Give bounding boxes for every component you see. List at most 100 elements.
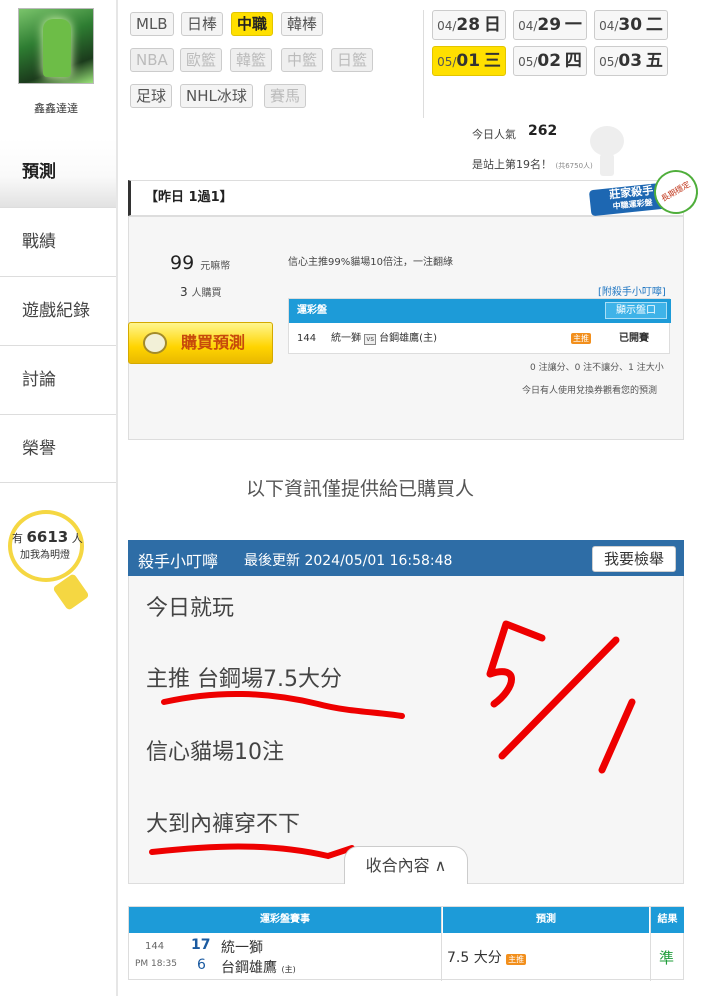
home-team-name: 台鋼雄鷹 <box>221 960 277 976</box>
price-value: 99 <box>170 252 195 274</box>
nav-item-discussion[interactable]: 討論 <box>0 345 116 414</box>
buy-prediction-button[interactable]: 購買預測 <box>128 322 273 364</box>
last-updated: 最後更新 2024/05/01 16:58:48 <box>244 553 453 569</box>
price-unit: 元嘛幣 <box>200 261 231 272</box>
date-month: 05/ <box>437 55 457 69</box>
date-weekday: 五 <box>645 51 663 71</box>
buyer-unit: 人購買 <box>191 288 222 299</box>
sidebar-divider <box>116 0 118 996</box>
team-away: 統一獅 <box>331 333 361 344</box>
date-day: 30 <box>618 15 643 35</box>
underline-last-line <box>149 843 355 860</box>
header-game: 運彩盤賽事 <box>129 907 441 933</box>
sport-tab-horse-racing[interactable]: 賽馬 <box>264 84 307 108</box>
buy-button-label: 購買預測 <box>181 333 246 352</box>
coin-icon <box>143 332 167 354</box>
home-marker: (主) <box>281 965 296 974</box>
date-month: 04/ <box>518 19 538 33</box>
sport-tab-korea-basketball[interactable]: 韓籃 <box>230 48 273 72</box>
sidebar: 鑫鑫達達 預測 戰績 遊戲紀錄 討論 榮譽 有 6613 人 加我為明燈 <box>0 0 116 996</box>
sport-tab-china-basketball[interactable]: 中籃 <box>281 48 324 72</box>
handwritten-slash <box>498 636 620 760</box>
nav-item-predict[interactable]: 預測 <box>0 138 116 207</box>
buyers-only-notice: 以下資訊僅提供給已購買人 <box>245 478 474 500</box>
col-divider <box>650 907 651 981</box>
date-weekday: 三 <box>483 51 501 71</box>
date-weekday: 日 <box>483 15 501 35</box>
handwritten-one <box>598 698 636 774</box>
avatar-figure <box>43 19 71 77</box>
date-tab-0429[interactable]: 04/29 一 <box>513 10 587 40</box>
date-tab-0503[interactable]: 05/03 五 <box>594 46 668 76</box>
sport-tab-kbo[interactable]: 韓棒 <box>281 12 324 36</box>
main-pick-label: 主推 <box>571 333 591 344</box>
coupon-note: 今日有人使用兌換券觀看您的預測 <box>522 386 658 396</box>
date-month: 05/ <box>599 55 619 69</box>
nav-item-honor[interactable]: 榮譽 <box>0 414 116 483</box>
lamp-prefix: 有 <box>12 532 23 545</box>
sport-tab-nhl[interactable]: NHL冰球 <box>180 84 253 108</box>
handwritten-five <box>486 620 546 708</box>
avatar[interactable] <box>18 8 94 84</box>
sport-tab-euro-basketball[interactable]: 歐籃 <box>180 48 223 72</box>
date-tab-0501[interactable]: 05/01 三 <box>432 46 506 76</box>
result-team-home: 台鋼雄鷹 (主) <box>221 957 296 977</box>
main-pick-tag: 主推 <box>571 323 591 355</box>
odds-table-header: 運彩盤 顯示盤口 <box>289 299 671 323</box>
popularity-value: 262 <box>528 123 558 139</box>
result-table: 運彩盤賽事 預測 結果 144 PM 18:35 17 6 統一獅 台鋼雄鷹 (… <box>128 906 684 981</box>
price: 99 元嘛幣 <box>170 252 230 274</box>
sport-tab-cpbl[interactable]: 中職 <box>231 12 274 36</box>
date-weekday: 四 <box>564 51 582 71</box>
popularity-label: 今日人氣 <box>472 128 516 141</box>
date-tab-0428[interactable]: 04/28 日 <box>432 10 506 40</box>
tip-link[interactable]: [附殺手小叮嚀] <box>598 283 666 298</box>
sport-tab-nba[interactable]: NBA <box>130 48 174 72</box>
report-button[interactable]: 我要檢舉 <box>592 546 676 572</box>
odds-table-title: 運彩盤 <box>297 305 327 316</box>
date-day: 03 <box>618 51 643 71</box>
buyer-count: 3 人購買 <box>180 284 221 299</box>
date-tab-0502[interactable]: 05/02 四 <box>513 46 587 76</box>
show-odds-button[interactable]: 顯示盤口 <box>605 302 667 319</box>
sport-tab-soccer[interactable]: 足球 <box>130 84 173 108</box>
lamp-suffix: 人 <box>71 532 83 545</box>
red-handwriting-annotation <box>149 620 636 860</box>
vs-icon: vs <box>364 334 376 345</box>
page-root: 鑫鑫達達 預測 戰績 遊戲紀錄 討論 榮譽 有 6613 人 加我為明燈 MLB… <box>0 0 720 996</box>
pitch-text: 信心主推99%貓場10倍注，一注翻綠 <box>288 257 453 268</box>
collapse-content-button[interactable]: 收合內容 ∧ <box>344 846 468 884</box>
buyer-value: 3 <box>180 285 188 299</box>
odds-table: 運彩盤 顯示盤口 144 統一獅 vs 台鋼雄鷹(主) 主推 已開賽 <box>288 298 671 355</box>
prediction-value: 7.5 大分 主推 <box>447 947 527 967</box>
date-month: 04/ <box>437 19 457 33</box>
date-month: 04/ <box>599 19 619 33</box>
header-prediction: 預測 <box>443 907 649 933</box>
sport-tab-japan-basketball[interactable]: 日籃 <box>331 48 374 72</box>
date-day: 01 <box>456 51 481 71</box>
username[interactable]: 鑫鑫達達 <box>0 100 112 116</box>
date-day: 28 <box>456 15 481 35</box>
lamp-count-line: 有 6613 人 <box>12 528 83 546</box>
lightbulb-widget[interactable]: 有 6613 人 加我為明燈 <box>8 510 90 611</box>
matchup: 統一獅 vs 台鋼雄鷹(主) <box>331 323 437 355</box>
score-home: 6 <box>197 957 206 973</box>
sport-tab-mlb[interactable]: MLB <box>130 12 174 36</box>
score-away: 17 <box>191 937 211 953</box>
nav-item-game-history[interactable]: 遊戲紀錄 <box>0 276 116 345</box>
rank-label: 是站上第19名！ <box>472 158 552 171</box>
date-day: 02 <box>537 51 562 71</box>
result-game-number: 144 <box>145 941 165 952</box>
rank-text: 是站上第19名！ (共6750人) <box>472 156 593 172</box>
team-home: 台鋼雄鷹(主) <box>379 333 437 344</box>
nav-item-record[interactable]: 戰績 <box>0 207 116 276</box>
result-status: 準 <box>659 949 675 967</box>
game-status: 已開賽 <box>619 333 649 344</box>
header-divider <box>423 10 424 118</box>
lamp-count: 6613 <box>26 528 69 546</box>
bet-summary: 0 注讓分、0 注不讓分、1 注大小 <box>530 363 664 373</box>
date-tab-0430[interactable]: 04/30 二 <box>594 10 668 40</box>
sport-tab-npb[interactable]: 日棒 <box>181 12 224 36</box>
date-day: 29 <box>537 15 562 35</box>
date-month: 05/ <box>518 55 538 69</box>
